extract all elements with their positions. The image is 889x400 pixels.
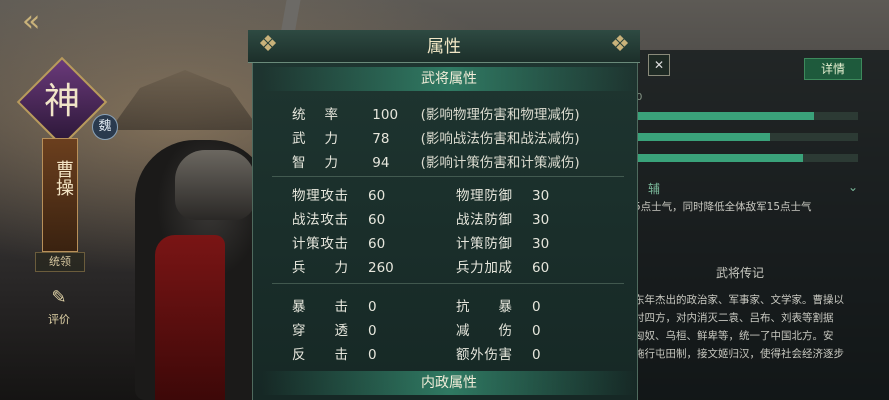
stat-row: 抗暴 0 (456, 295, 541, 315)
stat-value: 60 (368, 236, 386, 252)
stat-label: 减伤 (456, 323, 512, 339)
biography-line: 匈奴、乌桓、鲜卑等，统一了中国北方。安 (634, 330, 834, 342)
biography-line: 施行屯田制，接文姬归汉，使得社会经济逐步 (634, 348, 844, 360)
stat-value: 0 (368, 347, 377, 363)
back-arrow-icon[interactable]: « (22, 7, 62, 37)
stat-label: 暴击 (292, 299, 348, 315)
stat-label: 抗暴 (456, 299, 512, 315)
hero-name: 曹操 (53, 160, 74, 196)
stat-value: 30 (532, 212, 550, 228)
review-label[interactable]: 评价 (42, 311, 76, 327)
skill-description: 5点士气，同时降低全体敌军15点士气 (634, 201, 812, 213)
stat-value: 0 (368, 323, 377, 339)
stat-label: 兵力加成 (456, 260, 512, 276)
stat-label: 战法防御 (456, 212, 512, 228)
stat-row: 暴击 0 (292, 295, 377, 315)
hero-red-cape (155, 235, 225, 400)
stat-label: 智力 (292, 155, 338, 171)
stat-row: 计策攻击 60 (292, 232, 385, 252)
stat-value: 260 (368, 260, 394, 276)
stat-note: (影响计策伤害和计策减伤) (420, 155, 580, 171)
stat-row: 物理防御 30 (456, 184, 549, 204)
stat-row: 穿透 0 (292, 319, 377, 339)
stat-value: 78 (372, 131, 390, 147)
stat-bar-1 (638, 112, 858, 120)
review-edit-icon[interactable]: ✎ (49, 288, 69, 308)
stat-label: 反击 (292, 347, 348, 363)
section-general-attributes: 武将属性 (262, 67, 636, 91)
stat-row: 计策防御 30 (456, 232, 549, 252)
stat-value: 94 (372, 155, 390, 171)
stat-label: 武力 (292, 131, 338, 147)
core-stat-row: 武力 78 (影响战法伤害和战法减伤) (292, 127, 580, 147)
stat-value: 60 (368, 188, 386, 204)
biography-line: 讨四方，对内消灭二袁、吕布、刘表等割据 (634, 312, 834, 324)
stat-label: 计策防御 (456, 236, 512, 252)
stat-value: 30 (532, 188, 550, 204)
stat-row: 物理攻击 60 (292, 184, 385, 204)
stat-label: 穿透 (292, 323, 348, 339)
biography-line: 东年杰出的政治家、军事家、文学家。曹操以 (634, 294, 844, 306)
stat-bar-3-fill (638, 154, 803, 162)
kingdom-badge: 魏 (92, 114, 118, 140)
core-stat-row: 智力 94 (影响计策伤害和计策减伤) (292, 151, 580, 171)
stat-row: 战法攻击 60 (292, 208, 385, 228)
divider (272, 176, 624, 177)
stat-bar-2 (638, 133, 858, 141)
hero-portrait-cao-cao (135, 140, 270, 400)
stat-note: (影响战法伤害和战法减伤) (420, 131, 580, 147)
detail-button[interactable]: 详情 (804, 58, 862, 80)
stat-row: 减伤 0 (456, 319, 541, 339)
stat-label: 战法攻击 (292, 212, 348, 228)
section-domestic-attributes: 内政属性 (262, 371, 636, 395)
core-stat-row: 统率 100 (影响物理伤害和物理减伤) (292, 103, 580, 123)
biography-title: 武将传记 (715, 266, 764, 280)
stat-value: 60 (368, 212, 386, 228)
stat-label: 额外伤害 (456, 347, 512, 363)
stat-row: 兵力 260 (292, 256, 394, 276)
stat-label: 物理防御 (456, 188, 512, 204)
stat-row: 兵力加成 60 (456, 256, 549, 276)
stat-row: 反击 0 (292, 343, 377, 363)
faction-icon: ✕ (648, 54, 670, 76)
hero-helmet (175, 150, 255, 220)
stat-value: 30 (532, 236, 550, 252)
stat-label: 计策攻击 (292, 236, 348, 252)
stat-row: 战法防御 30 (456, 208, 549, 228)
stat-note: (影响物理伤害和物理减伤) (420, 107, 580, 123)
rarity-emblem-text: 神 (43, 81, 80, 122)
stat-bar-1-fill (638, 112, 814, 120)
stat-label: 统率 (292, 107, 338, 123)
stat-row: 额外伤害 0 (456, 343, 541, 363)
stat-bar-3 (638, 154, 858, 162)
stat-bar-2-fill (638, 133, 770, 141)
ornament-left-icon: ❖ (258, 32, 278, 57)
stat-label: 物理攻击 (292, 188, 348, 204)
stat-value: 60 (532, 260, 550, 276)
stat-value: 0 (532, 299, 541, 315)
modal-title: 属性 (427, 37, 461, 57)
ornament-right-icon: ❖ (610, 32, 630, 57)
divider (272, 283, 624, 284)
stat-label: 兵力 (292, 260, 348, 276)
expand-chevron-icon[interactable]: ⌄ (848, 180, 858, 194)
stat-value: 0 (532, 347, 541, 363)
stat-value: 0 (532, 323, 541, 339)
skill-type-tag: 辅 (648, 182, 661, 196)
stat-value: 0 (368, 299, 377, 315)
stat-value: 100 (372, 107, 399, 123)
tab-lead[interactable]: 统领 (35, 252, 85, 272)
